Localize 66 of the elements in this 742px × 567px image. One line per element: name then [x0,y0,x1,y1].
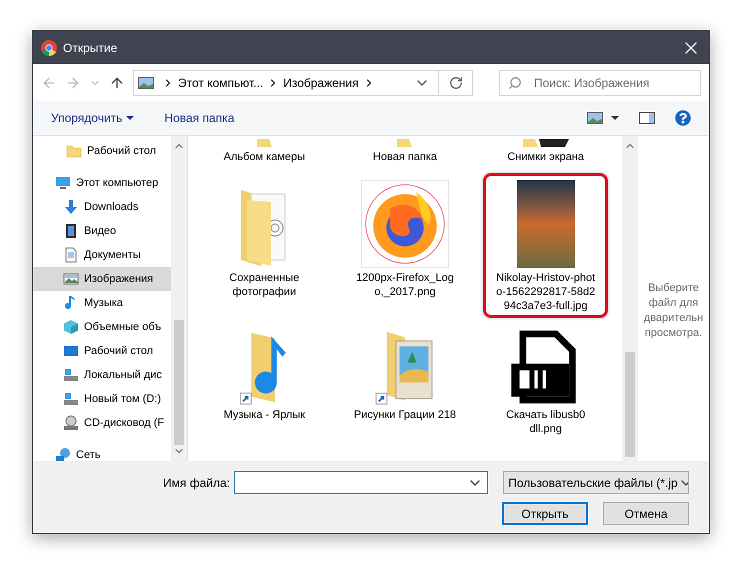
desktop-icon [63,343,79,359]
search-field[interactable]: Поиск: Изображения [499,70,701,96]
file-item[interactable]: Снимки экрана [483,136,608,167]
film-icon [63,223,79,239]
caret-icon [126,114,134,122]
preview-message: Выберите файл для дварительн просмотра. [644,281,704,341]
caret-icon[interactable] [611,114,619,122]
sidebar-item[interactable]: Документы [33,243,171,267]
folder-icon [522,139,569,147]
picture-folder-shortcut-icon [375,331,434,405]
file-item[interactable]: Скачать libusb0 dll.png [483,324,608,439]
folder-icon [256,139,272,147]
sidebar-item[interactable]: Музыка [33,291,171,315]
file-name-field[interactable] [234,471,488,494]
preview-pane-icon[interactable] [639,112,655,124]
help-icon[interactable] [675,110,691,126]
scrollbar[interactable] [171,136,187,461]
folder-icon [66,143,82,159]
music-folder-shortcut-icon [240,331,288,405]
cancel-button[interactable]: Отмена [603,502,689,525]
drive-icon [63,367,79,383]
view-picture-icon[interactable] [587,112,603,124]
sidebar-item[interactable]: Новый том (D:) [33,387,171,411]
sidebar-item[interactable]: Рабочий стол [33,139,171,163]
scrollbar[interactable] [622,136,638,461]
file-item[interactable]: Новая папка [342,136,468,167]
refresh-icon[interactable] [448,76,462,90]
address-bar[interactable]: Этот компьют... Изображения [133,70,473,96]
file-item[interactable]: Nikolay-Hristov-photo-1562292817-58d294c3a7e3-full.jpg [483,173,608,318]
sidebar-item[interactable]: Локальный дис [33,363,171,387]
sidebar-item[interactable]: Сеть [33,443,171,461]
file-item[interactable]: Альбом камеры [202,136,327,167]
down-arrow-icon [63,199,79,215]
disc-drive-icon [63,415,79,431]
organize-button[interactable]: Упорядочить [51,109,134,127]
file-name-label: Имя файла: [163,474,230,492]
folder-icon [397,139,412,147]
breadcrumb-item[interactable]: Этот компьют... [178,74,264,92]
folder-with-papers-icon [241,188,288,268]
document-icon [63,247,79,263]
window-title: Открытие [63,40,118,56]
scrollbar-thumb[interactable] [625,352,635,457]
monitor-icon [55,175,71,191]
search-icon [508,76,522,90]
sidebar-item[interactable]: Этот компьютер [33,171,171,195]
file-item[interactable]: Музыка - Ярлык [202,324,327,425]
browser-logo-icon [41,40,57,56]
sidebar-item[interactable]: Рабочий стол [33,339,171,363]
cube-icon [63,319,79,335]
picture-icon [138,76,154,88]
file-item[interactable]: 1200px-Firefox_Logo,_2017.png [342,173,468,302]
network-icon [55,447,71,461]
sidebar-item[interactable]: Видео [33,219,171,243]
scrollbar-thumb[interactable] [174,320,184,445]
breadcrumb-item[interactable]: Изображения [283,74,359,92]
file-item[interactable]: Рисунки Грации 218 [342,324,468,425]
picture-icon [63,271,79,287]
open-button[interactable]: Открыть [502,502,588,525]
new-folder-button[interactable]: Новая папка [164,109,234,127]
sidebar-item[interactable]: Downloads [33,195,171,219]
drive-icon [63,391,79,407]
sidebar-item[interactable]: Объемные объ [33,315,171,339]
sidebar-item[interactable]: Изображения [33,267,171,291]
sidebar-item[interactable]: CD-дисковод (F [33,411,171,435]
file-type-dropdown[interactable]: Пользовательские файлы (*.jp [503,471,689,494]
file-item[interactable]: Сохраненные фотографии [202,173,327,302]
